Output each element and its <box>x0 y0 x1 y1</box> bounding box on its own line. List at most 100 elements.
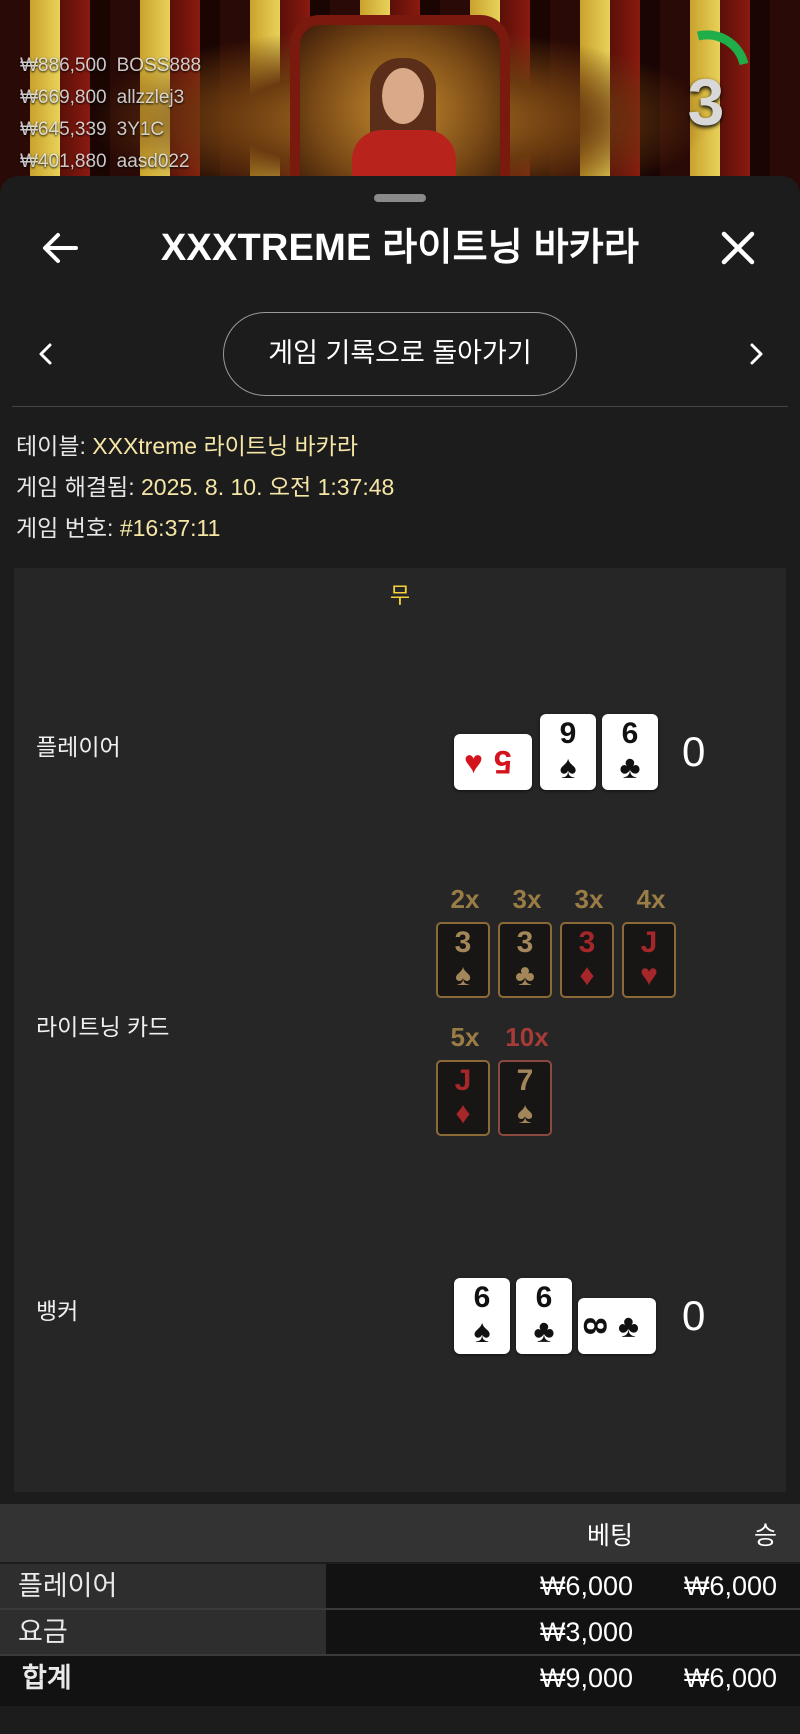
table-header: 베팅 승 <box>0 1504 800 1562</box>
winner-user: 3Y1C <box>116 119 165 140</box>
total-row: 합계 ₩9,000 ₩6,000 <box>0 1656 800 1706</box>
game-number-value: #16:37:11 <box>119 515 221 541</box>
card-rank: 6 <box>473 1281 491 1314</box>
lightning-multiplier: 5x <box>450 1022 480 1052</box>
divider <box>12 406 788 407</box>
next-round-button[interactable] <box>736 334 776 374</box>
card-suit: ♠ <box>455 959 471 992</box>
dealer-avatar <box>382 68 424 124</box>
lightning-card: 3 ♦ <box>560 922 614 998</box>
card-suit: ♥ <box>464 744 483 780</box>
card-suit: ♣ <box>515 959 535 992</box>
game-number-info: 게임 번호: #16:37:11 <box>16 508 394 549</box>
resolved-info: 게임 해결됨: 2025. 8. 10. 오전 1:37:48 <box>16 467 394 508</box>
banker-total: 0 <box>682 1292 706 1339</box>
game-details-sheet: XXXTREME 라이트닝 바카라 게임 기록으로 돌아가기 테이블: XXXt… <box>0 176 800 1734</box>
card-rank: 3 <box>454 926 472 959</box>
winner-amount: ₩886,500 <box>20 55 107 76</box>
winner-amount: ₩401,880 <box>20 151 107 172</box>
back-to-history-button[interactable]: 게임 기록으로 돌아가기 <box>223 312 577 396</box>
lightning-card: J ♦ <box>436 1060 490 1136</box>
round-navigation: 게임 기록으로 돌아가기 <box>0 312 800 398</box>
total-label: 합계 <box>22 1663 72 1693</box>
recent-winners-list: ₩886,500 BOSS888 ₩669,800 allzzlej3 ₩645,3… <box>20 50 201 178</box>
previous-round-button[interactable] <box>26 334 66 374</box>
card-suit: ♦ <box>455 1097 471 1130</box>
table-value: XXXtreme 라이트닝 바카라 <box>92 433 358 459</box>
lightning-card: J ♥ <box>622 922 676 998</box>
total-bet: ₩9,000 <box>539 1663 633 1693</box>
chevron-right-icon <box>750 343 763 365</box>
game-meta: 테이블: XXXtreme 라이트닝 바카라 게임 해결됨: 2025. 8. … <box>16 426 394 549</box>
card-suit: ♣ <box>619 749 641 785</box>
bet-amount: ₩6,000 <box>539 1571 633 1601</box>
sheet-drag-handle[interactable] <box>374 194 426 202</box>
winner-amount: ₩669,800 <box>20 87 107 108</box>
resolved-label: 게임 해결됨: <box>16 474 135 500</box>
column-header-win: 승 <box>753 1522 777 1550</box>
close-button[interactable] <box>712 222 764 274</box>
card-rank: 6 <box>621 717 639 750</box>
round-outcome: 무 <box>389 583 411 608</box>
card-suit: ♦ <box>579 959 595 992</box>
total-win: ₩6,000 <box>683 1663 777 1693</box>
lightning-card: 3 ♠ <box>436 922 490 998</box>
banker-label: 뱅커 <box>36 1298 79 1324</box>
close-icon <box>721 231 755 265</box>
live-video-feed: ₩886,500 BOSS888 ₩669,800 allzzlej3 ₩645,3… <box>0 0 800 210</box>
round-result-panel: 무 플레이어 ♥ 5 9 ♠ 6 ♣ 0 라이트닝 카드 2x 3 ♠ 3x 3… <box>14 568 786 1492</box>
card-suit: ♣ <box>533 1313 555 1349</box>
card-suit: ♣ <box>618 1308 639 1344</box>
resolved-value: 2025. 8. 10. 오전 1:37:48 <box>140 474 395 500</box>
arrow-left-icon <box>43 233 78 263</box>
player-card-1: ♥ 5 <box>454 734 532 790</box>
banker-card-2: 6 ♣ <box>516 1278 572 1354</box>
card-rank: 5 <box>494 744 512 780</box>
winner-user: aasd022 <box>116 151 190 172</box>
bet-name: 요금 <box>0 1610 326 1654</box>
banker-card-1: 6 ♠ <box>454 1278 510 1354</box>
lightning-card: 3 ♣ <box>498 922 552 998</box>
winner-row: ₩669,800 allzzlej3 <box>20 82 201 114</box>
table-row: 플레이어 ₩6,000 ₩6,000 <box>0 1564 800 1608</box>
sheet-header: XXXTREME 라이트닝 바카라 <box>0 214 800 282</box>
card-rank: J <box>454 1064 472 1097</box>
card-rank: J <box>640 926 658 959</box>
player-total: 0 <box>682 728 706 775</box>
bet-amount: ₩3,000 <box>539 1617 633 1647</box>
card-suit: ♠ <box>559 749 577 785</box>
timer-value: 3 <box>687 65 725 139</box>
winner-amount: ₩645,339 <box>20 119 107 140</box>
winner-row: ₩401,880 aasd022 <box>20 146 201 178</box>
banker-card-3: 8 ♣ <box>576 1298 656 1354</box>
lightning-multiplier: 3x <box>574 884 604 914</box>
countdown-timer: 3 <box>670 28 750 139</box>
card-rank: 9 <box>559 717 577 750</box>
column-header-bet: 베팅 <box>586 1522 633 1550</box>
card-rank: 3 <box>516 926 534 959</box>
card-suit: ♠ <box>517 1097 533 1130</box>
winner-row: ₩645,339 3Y1C <box>20 114 201 146</box>
lightning-multiplier: 10x <box>505 1022 549 1052</box>
card-suit: ♠ <box>473 1313 491 1349</box>
player-label: 플레이어 <box>36 734 121 760</box>
winner-row: ₩886,500 BOSS888 <box>20 50 201 82</box>
lightning-multiplier: 2x <box>450 884 480 914</box>
chevron-left-icon <box>39 343 52 365</box>
player-card-3: 6 ♣ <box>602 714 658 790</box>
lightning-multiplier: 3x <box>512 884 542 914</box>
page-title: XXXTREME 라이트닝 바카라 <box>160 227 640 269</box>
table-info: 테이블: XXXtreme 라이트닝 바카라 <box>16 426 394 467</box>
win-amount: ₩6,000 <box>683 1571 777 1601</box>
winner-user: BOSS888 <box>116 55 202 76</box>
back-button[interactable] <box>36 222 88 274</box>
card-rank: 3 <box>578 926 596 959</box>
card-rank: 8 <box>576 1317 613 1335</box>
bet-name: 플레이어 <box>0 1564 326 1608</box>
lightning-cards-label: 라이트닝 카드 <box>36 1014 170 1040</box>
card-rank: 6 <box>535 1281 553 1314</box>
table-label: 테이블: <box>16 433 86 459</box>
card-rank: 7 <box>516 1064 534 1097</box>
lightning-multiplier: 4x <box>636 884 666 914</box>
card-suit: ♥ <box>640 959 658 992</box>
